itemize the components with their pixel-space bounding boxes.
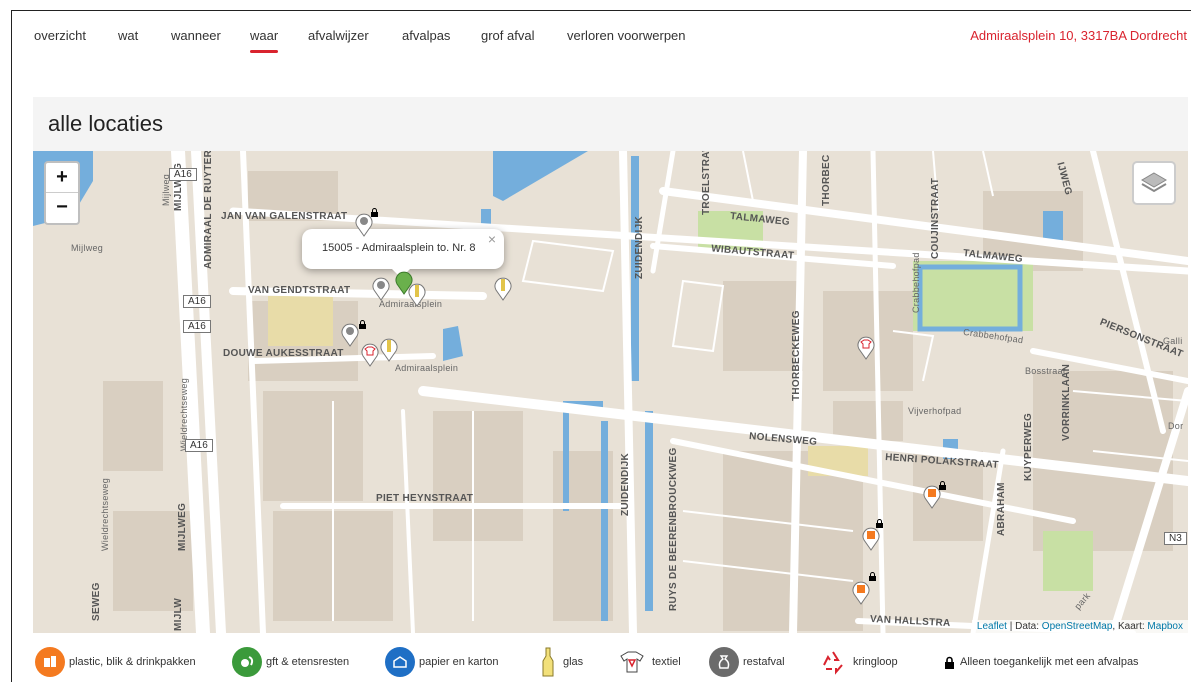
legend-item-afvalpas: Alleen toegankelijk met een afvalpas — [942, 647, 1139, 677]
title-bar: alle locaties — [33, 97, 1188, 151]
restafval-icon — [709, 647, 739, 677]
kringloop-icon — [817, 647, 849, 677]
marker-pmd-3[interactable] — [850, 579, 872, 605]
legend-label: papier en karton — [419, 656, 499, 668]
map[interactable]: JAN VAN GALENSTRAAT ADMIRAAL DE RUYTER V… — [33, 151, 1188, 633]
nav-wanneer[interactable]: wanneer — [171, 28, 221, 43]
road-shield-a16-3: A16 — [183, 320, 211, 333]
street-vijverhofpad: Vijverhofpad — [908, 406, 962, 416]
street-zuidendijk: ZUIDENDIJK — [634, 215, 645, 279]
mapbox-link[interactable]: Mapbox — [1147, 621, 1183, 632]
street-dor: Dor — [1168, 421, 1184, 431]
marker-glas-2[interactable] — [492, 275, 514, 301]
popup-text: 15005 - Admiraalsplein to. Nr. 8 — [322, 242, 476, 254]
zoom-in-button[interactable]: + — [46, 163, 78, 192]
nav-verloren-voorwerpen[interactable]: verloren voorwerpen — [567, 28, 686, 43]
address-link[interactable]: Admiraalsplein 10, 3317BA Dordrecht — [970, 28, 1187, 43]
street-seweg: SEWEG — [91, 582, 102, 621]
legend-label: kringloop — [853, 656, 898, 668]
page-title: alle locaties — [48, 111, 163, 136]
street-coujinstraat: COUJINSTRAAT — [930, 177, 941, 259]
street-douwe-aukesstraat: DOUWE AUKESSTRAAT — [223, 348, 344, 359]
road-shield-a16-2: A16 — [183, 295, 211, 308]
leaflet-link[interactable]: Leaflet — [977, 621, 1007, 632]
attribution-sep-1: | Data: — [1006, 621, 1042, 632]
legend: plastic, blik & drinkpakken gft & etensr… — [33, 640, 1188, 682]
legend-item-textile: textiel — [616, 647, 681, 677]
lock-icon-5 — [869, 572, 876, 581]
location-popup: 15005 - Admiraalsplein to. Nr. 8 × — [302, 229, 504, 278]
marker-restafval-2[interactable] — [370, 275, 392, 301]
street-vorrinklaan: VORRINKLAAN — [1061, 363, 1072, 441]
map-attribution: Leaflet | Data: OpenStreetMap, Kaart: Ma… — [971, 620, 1188, 633]
popup-close-button[interactable]: × — [488, 231, 496, 247]
nav-afvalwijzer[interactable]: afvalwijzer — [308, 28, 369, 43]
road-shield-a16-4: A16 — [185, 439, 213, 452]
lock-icon-2 — [359, 320, 366, 329]
street-mijlweg-2: MIJLWEG — [177, 502, 188, 551]
legend-item-restafval: restafval — [709, 647, 785, 677]
street-thorbeckeweg: THORBECKEWEG — [791, 310, 802, 401]
layers-button[interactable] — [1132, 161, 1176, 205]
lock-icon-3 — [939, 481, 946, 490]
glass-icon — [537, 647, 559, 677]
street-ruys-de-beerenbrouckweg: RUYS DE BEERENBROUCKWEG — [668, 447, 679, 611]
street-mijlweg-small-2: Mijlweg — [71, 243, 104, 253]
street-zuidendijk-2: ZUIDENDIJK — [620, 452, 631, 516]
street-admiraalsplein-2: Admiraalsplein — [395, 363, 459, 373]
zoom-out-button[interactable]: − — [46, 192, 78, 222]
nav-overzicht[interactable]: overzicht — [34, 28, 86, 43]
street-abraham: ABRAHAM — [996, 482, 1007, 536]
street-galli: Galli — [1163, 336, 1183, 346]
street-mijlweg-bottom: MIJLW — [173, 597, 184, 631]
layers-icon — [1141, 172, 1167, 193]
openstreetmap-link[interactable]: OpenStreetMap — [1042, 621, 1113, 632]
nav-grof-afval[interactable]: grof afval — [481, 28, 534, 43]
attribution-sep-2: , Kaart: — [1112, 621, 1148, 632]
legend-item-glass: glas — [537, 647, 583, 677]
paper-icon — [385, 647, 415, 677]
legend-label: plastic, blik & drinkpakken — [69, 656, 196, 668]
marker-glas-3[interactable] — [378, 336, 400, 362]
lock-icon — [371, 208, 378, 217]
nav-waar[interactable]: waar — [250, 28, 279, 53]
legend-label: Alleen toegankelijk met een afvalpas — [960, 656, 1139, 668]
street-wieldrechtseweg: Wieldrechtseweg — [100, 477, 110, 551]
top-navigation: overzicht wat wanneer waar afvalwijzer a… — [11, 10, 1191, 66]
legend-item-paper: papier en karton — [385, 647, 499, 677]
legend-item-pmd: plastic, blik & drinkpakken — [35, 647, 196, 677]
marker-glas[interactable] — [406, 281, 428, 307]
gft-icon — [232, 647, 262, 677]
pmd-icon — [35, 647, 65, 677]
nav-wat[interactable]: wat — [118, 28, 138, 43]
street-crabbehofpad: Crabbehofpad — [911, 252, 921, 313]
lock-icon — [942, 647, 956, 677]
street-van-gendtstraat: VAN GENDTSTRAAT — [248, 285, 351, 296]
street-kuyperweg: KUYPERWEG — [1023, 412, 1034, 481]
street-piet-heynstraat: PIET HEYNSTRAAT — [376, 493, 474, 504]
street-jan-van-galenstraat: JAN VAN GALENSTRAAT — [221, 211, 348, 222]
street-admiraal-de-ruyter: ADMIRAAL DE RUYTER — [203, 151, 214, 269]
lock-icon-4 — [876, 519, 883, 528]
legend-item-kringloop: kringloop — [817, 647, 898, 677]
street-thorbec: THORBEC — [821, 154, 832, 206]
legend-label: gft & etensresten — [266, 656, 350, 668]
legend-item-gft: gft & etensresten — [232, 647, 349, 677]
legend-label: restafval — [743, 656, 785, 668]
legend-label: textiel — [652, 656, 681, 668]
zoom-control: + − — [44, 161, 80, 225]
marker-pmd-2[interactable] — [860, 525, 882, 551]
textile-icon — [616, 647, 648, 677]
nav-afvalpas[interactable]: afvalpas — [402, 28, 450, 43]
road-shield-a16: A16 — [169, 168, 197, 181]
road-shield-n3: N3 — [1164, 532, 1187, 545]
street-bosstraat: Bosstraat — [1025, 366, 1066, 376]
legend-label: glas — [563, 656, 584, 668]
marker-textiel-2[interactable] — [855, 334, 877, 360]
street-troelstraweg: TROELSTRAW — [701, 151, 712, 215]
